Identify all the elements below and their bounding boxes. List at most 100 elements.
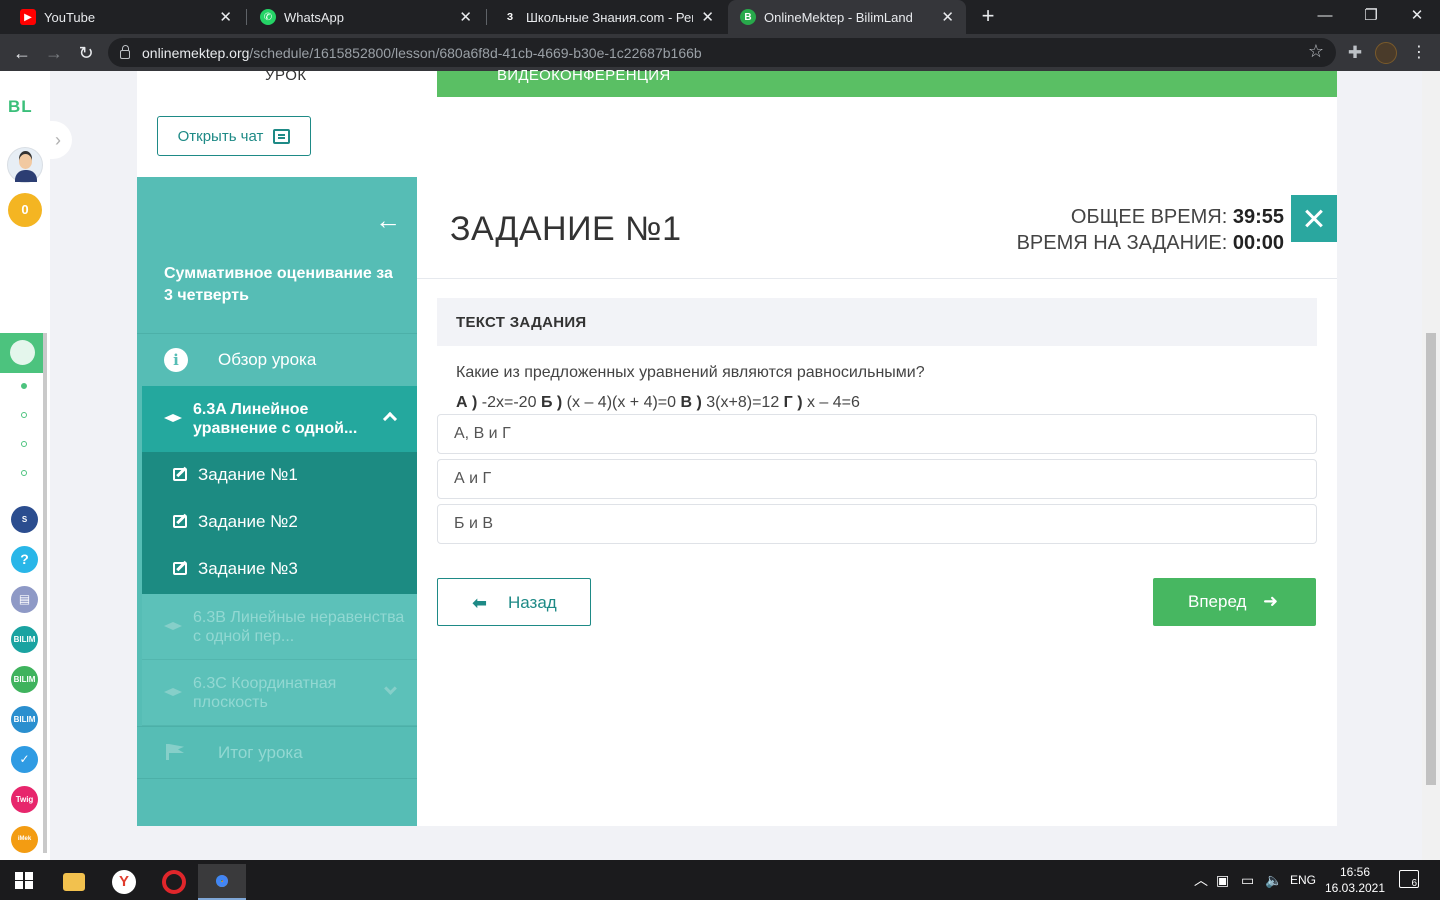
task-list: Задание №1 Задание №2 Задание №3	[142, 452, 417, 594]
address-bar[interactable]: onlinemektep.org/schedule/1615852800/les…	[108, 38, 1336, 67]
imektep-icon[interactable]: iMek	[11, 826, 38, 853]
tab-onlinemektep[interactable]: B OnlineMektep - BilimLand ✕	[728, 0, 966, 34]
rail-dot[interactable]	[21, 383, 27, 389]
banner-text: ВИДЕОКОНФЕРЕНЦИЯ	[497, 67, 671, 84]
close-tab-icon[interactable]: ✕	[701, 8, 714, 26]
tray-app-icon[interactable]: ▣	[1216, 860, 1229, 900]
sidebar-item-label: Итог урока	[218, 743, 303, 762]
browser-tab-bar: ▶ YouTube ✕ ✆ WhatsApp ✕ З Школьные Знан…	[0, 0, 1440, 34]
equation-letter: В )	[680, 394, 702, 411]
sidebar-item-task-2[interactable]: Задание №2	[142, 499, 417, 546]
minimize-icon[interactable]: —	[1302, 0, 1348, 34]
notification-count: 6	[1411, 878, 1417, 889]
video-conference-banner[interactable]: ВИДЕОКОНФЕРЕНЦИЯ	[437, 67, 1337, 97]
bilimland-app-icon[interactable]: BILIM	[11, 666, 38, 693]
answer-label: Б и В	[454, 515, 493, 532]
taskbar-explorer[interactable]	[50, 864, 98, 900]
back-arrow-icon[interactable]: ←	[9, 40, 35, 66]
tab-title: WhatsApp	[284, 9, 344, 25]
back-button[interactable]: ⬅ Назад	[437, 578, 591, 626]
sidebar-section-6-3b[interactable]: 6.3B Линейные неравенства с одной пер...	[142, 594, 417, 660]
graduation-cap-icon	[164, 688, 182, 696]
edit-icon	[173, 468, 187, 481]
edit-icon	[173, 562, 187, 575]
sidebar-item-task-1[interactable]: Задание №1	[142, 452, 417, 499]
tv-icon[interactable]: ▤	[11, 586, 38, 613]
rail-dot[interactable]	[21, 441, 27, 447]
answer-label: А, В и Г	[454, 425, 511, 442]
close-tab-icon[interactable]: ✕	[219, 8, 232, 26]
page-scrollbar[interactable]	[1422, 71, 1440, 860]
clock-time: 16:56	[1339, 865, 1371, 879]
help-icon[interactable]: ?	[11, 546, 38, 573]
user-avatar[interactable]	[7, 147, 43, 183]
bilim-book-icon[interactable]: BILIM	[11, 706, 38, 733]
volume-icon[interactable]: 🔈	[1265, 860, 1282, 900]
score-badge[interactable]: 0	[8, 193, 42, 227]
chevron-right-icon[interactable]: ›	[44, 121, 72, 159]
next-button[interactable]: Вперед ➜	[1153, 578, 1316, 626]
bilimland-rail: BL 0 S ? ▤ BILIM BILIM BILIM ✓ Twig iMek	[0, 71, 50, 860]
windows-taskbar: Y ︿ ▣ ▭ 🔈 ENG 16:56 16.03.2021 6	[0, 860, 1440, 900]
bl-logo[interactable]: BL	[8, 97, 33, 117]
sidebar-item-task-3[interactable]: Задание №3	[142, 546, 417, 593]
equation-letter: Г )	[783, 394, 803, 411]
tab-znania[interactable]: З Школьные Знания.com - Решае ✕	[490, 0, 726, 34]
twig-icon[interactable]: Twig	[11, 786, 38, 813]
sidebar-title: Суммативное оценивание за 3 четверть	[164, 265, 393, 304]
rail-scrollbar[interactable]	[43, 333, 47, 853]
fullscreen-expand-icon[interactable]	[1291, 195, 1337, 242]
tab-title: Школьные Знания.com - Решае	[526, 9, 693, 25]
taskbar-yandex[interactable]: Y	[100, 864, 148, 900]
scrollbar-thumb[interactable]	[1426, 333, 1436, 785]
notifications-icon[interactable]: 6	[1399, 870, 1419, 889]
extensions-puzzle-icon[interactable]: ✚	[1344, 42, 1366, 64]
menu-dots-icon[interactable]: ⋮	[1408, 42, 1430, 64]
language-indicator[interactable]: ENG	[1290, 860, 1316, 900]
close-tab-icon[interactable]: ✕	[459, 8, 472, 26]
taskbar-chrome[interactable]	[198, 864, 246, 900]
sidebar-item-summary[interactable]: Итог урока	[137, 726, 417, 779]
clock[interactable]: 16:56 16.03.2021	[1320, 864, 1390, 896]
network-icon[interactable]: ▭	[1241, 860, 1254, 900]
equation-list: А ) -2х=-20 Б ) (х – 4)(х + 4)=0 В ) 3(х…	[456, 394, 860, 412]
arrow-left-icon[interactable]: ←	[375, 205, 401, 236]
task-label: Задание №1	[198, 465, 298, 484]
graduation-cap-icon	[164, 414, 182, 422]
clock-date: 16.03.2021	[1324, 881, 1386, 895]
answer-option-1[interactable]: А, В и Г	[437, 414, 1317, 454]
profile-avatar[interactable]	[1375, 42, 1397, 64]
smart-nation-icon[interactable]: S	[11, 506, 38, 533]
answer-option-2[interactable]: А и Г	[437, 459, 1317, 499]
tab-youtube[interactable]: ▶ YouTube ✕	[8, 0, 244, 34]
total-time-row: ОБЩЕЕ ВРЕМЯ: 39:55	[1017, 204, 1284, 230]
sidebar-section-6-3c[interactable]: 6.3C Координатная плоскость	[142, 660, 417, 726]
maximize-icon[interactable]: ❐	[1348, 0, 1394, 34]
opera-icon	[162, 870, 186, 894]
rail-dot[interactable]	[21, 412, 27, 418]
bilim-class-icon[interactable]: BILIM	[11, 626, 38, 653]
sidebar-section-6-3a[interactable]: 6.3A Линейное уравнение с одной...	[142, 386, 417, 452]
open-chat-button[interactable]: Открыть чат	[157, 116, 311, 156]
sidebar-item-overview[interactable]: i Обзор урока	[137, 333, 417, 386]
reload-icon[interactable]: ↻	[73, 40, 99, 66]
test-icon[interactable]: ✓	[11, 746, 38, 773]
answer-option-3[interactable]: Б и В	[437, 504, 1317, 544]
windows-start-icon[interactable]	[15, 872, 33, 889]
close-tab-icon[interactable]: ✕	[941, 8, 954, 26]
youtube-icon: ▶	[20, 9, 36, 25]
section-label: 6.3B Линейные неравенства с одной пер...	[193, 609, 405, 645]
znania-icon: З	[502, 9, 518, 25]
taskbar-opera[interactable]	[150, 864, 198, 900]
onlinemektep-app-icon[interactable]	[0, 333, 43, 373]
forward-arrow-icon[interactable]: →	[41, 40, 67, 66]
close-window-icon[interactable]: ✕	[1394, 0, 1440, 34]
info-icon: i	[164, 348, 188, 372]
bookmark-star-icon[interactable]: ☆	[1308, 41, 1324, 62]
whatsapp-icon: ✆	[260, 9, 276, 25]
tray-chevron-up-icon[interactable]: ︿	[1194, 860, 1208, 900]
tab-whatsapp[interactable]: ✆ WhatsApp ✕	[248, 0, 484, 34]
rail-dot[interactable]	[21, 470, 27, 476]
equation-letter: Б )	[540, 394, 563, 411]
new-tab-icon[interactable]: +	[976, 4, 1000, 28]
